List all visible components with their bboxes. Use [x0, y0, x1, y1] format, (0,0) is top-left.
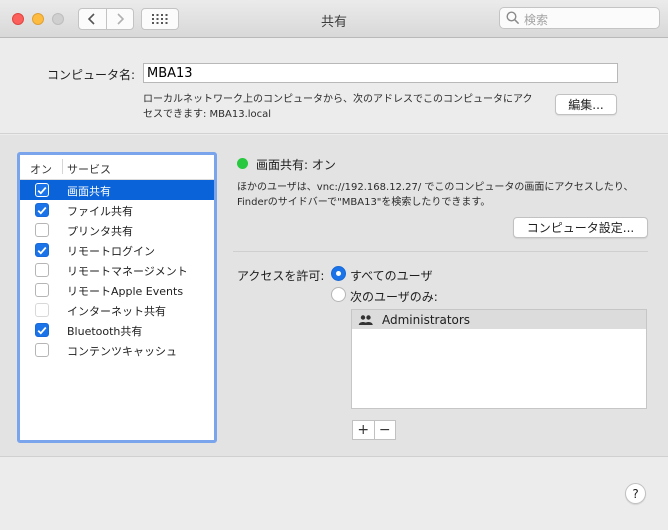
title-bar: 共有 検索 [0, 0, 668, 38]
group-icon [358, 315, 373, 325]
show-all-button[interactable] [141, 8, 179, 30]
access-label: アクセスを許可: [237, 269, 325, 283]
minimize-window-button[interactable] [32, 13, 44, 25]
service-description-line1: ほかのユーザは、vnc://192.168.12.27/ でこのコンピュータの画… [237, 182, 634, 193]
add-user-button[interactable]: + [353, 421, 374, 439]
service-checkbox[interactable] [35, 263, 49, 277]
chevron-right-icon [117, 13, 124, 25]
close-window-button[interactable] [12, 13, 24, 25]
radio-only-these-users-label[interactable]: 次のユーザのみ: [350, 288, 438, 305]
computer-settings-button[interactable]: コンピュータ設定... [513, 217, 648, 238]
local-address-line1: ローカルネットワーク上のコンピュータから、次のアドレスでこのコンピュータにアク [143, 94, 533, 105]
search-icon [506, 11, 520, 25]
local-address-line2: セスできます: MBA13.local [143, 109, 272, 120]
forward-button[interactable] [105, 9, 134, 29]
chevron-left-icon [88, 13, 95, 25]
service-checkbox[interactable] [35, 203, 49, 217]
sharing-section: オン サービス 画面共有ファイル共有 プリンタ共有リモートログインリモートマネージ… [0, 135, 668, 457]
computer-name-label: コンピュータ名: [47, 68, 136, 82]
radio-only-these-users[interactable] [331, 287, 346, 302]
service-rows: 画面共有ファイル共有 プリンタ共有リモートログインリモートマネージメント リモートA… [20, 180, 214, 360]
search-field[interactable]: 検索 [499, 7, 660, 29]
service-checkbox[interactable] [35, 343, 49, 357]
service-row[interactable]: プリンタ共有 [20, 220, 214, 240]
radio-all-users[interactable] [331, 266, 346, 281]
add-remove-controls: + − [352, 420, 396, 440]
checkmark-icon [37, 326, 47, 335]
status-indicator [237, 158, 248, 169]
service-label: 画面共有 [67, 185, 111, 198]
service-checkbox[interactable] [35, 283, 49, 297]
column-header-on: オン [30, 163, 52, 176]
service-row[interactable]: コンテンツキャッシュ [20, 340, 214, 360]
service-row[interactable]: リモートマネージメント [20, 260, 214, 280]
service-label: インターネット共有 [67, 305, 166, 318]
search-placeholder: 検索 [524, 13, 549, 27]
service-label: プリンタ共有 [67, 225, 133, 238]
service-label: リモートApple Events [67, 285, 184, 298]
service-row[interactable]: リモートログイン [20, 240, 214, 260]
service-row[interactable]: 画面共有 [20, 180, 214, 200]
service-label: コンテンツキャッシュ [67, 345, 177, 358]
service-row[interactable]: リモートApple Events [20, 280, 214, 300]
service-row[interactable]: Bluetooth共有 [20, 320, 214, 340]
checkmark-icon [37, 206, 47, 215]
service-description: ほかのユーザは、vnc://192.168.12.27/ でこのコンピュータの画… [237, 180, 657, 210]
zoom-window-button[interactable] [52, 13, 64, 25]
radio-all-users-label[interactable]: すべてのユーザ [350, 267, 432, 284]
navigation-buttons [78, 8, 134, 30]
service-checkbox[interactable] [35, 243, 49, 257]
service-label: ファイル共有 [67, 205, 133, 218]
allowed-users-list[interactable]: Administrators [351, 309, 647, 409]
service-checkbox[interactable] [35, 223, 49, 237]
service-label: Bluetooth共有 [67, 325, 143, 338]
service-checkbox [35, 303, 49, 317]
service-row[interactable]: インターネット共有 [20, 300, 214, 320]
grid-icon [152, 14, 168, 24]
computer-name-section: コンピュータ名: ローカルネットワーク上のコンピュータから、次のアドレスでこのコ… [0, 39, 668, 134]
help-button[interactable]: ? [625, 483, 646, 504]
column-divider [62, 159, 63, 174]
service-checkbox[interactable] [35, 183, 49, 197]
remove-user-button[interactable]: − [373, 421, 396, 439]
divider [233, 251, 648, 252]
checkmark-icon [37, 186, 47, 195]
service-description-line2: Finderのサイドバーで"MBA13"を検索したりできます。 [237, 197, 491, 208]
service-list-header: オン サービス [20, 155, 214, 180]
checkmark-icon [37, 246, 47, 255]
service-checkbox[interactable] [35, 323, 49, 337]
service-row[interactable]: ファイル共有 [20, 200, 214, 220]
back-button[interactable] [79, 9, 106, 29]
service-label: リモートログイン [67, 245, 155, 258]
service-list: オン サービス 画面共有ファイル共有 プリンタ共有リモートログインリモートマネージ… [17, 152, 217, 443]
user-group-name: Administrators [382, 313, 471, 327]
service-status: 画面共有: オン [256, 158, 336, 172]
computer-name-input[interactable] [143, 63, 618, 83]
window-title: 共有 [320, 15, 347, 30]
column-header-service: サービス [67, 163, 111, 176]
local-address-description: ローカルネットワーク上のコンピュータから、次のアドレスでこのコンピュータにアク … [143, 92, 553, 122]
service-label: リモートマネージメント [67, 265, 188, 278]
list-item[interactable]: Administrators [352, 310, 646, 329]
edit-button[interactable]: 編集... [555, 94, 617, 115]
